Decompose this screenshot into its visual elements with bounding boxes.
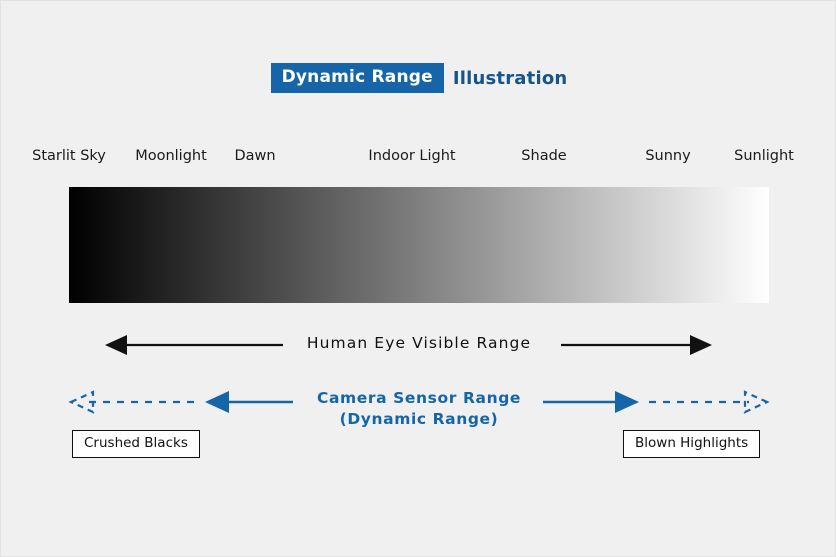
scene-label-dawn: Dawn bbox=[234, 148, 276, 164]
scene-label-shade: Shade bbox=[521, 148, 567, 164]
human-eye-range-row: Human Eye Visible Range bbox=[1, 322, 836, 368]
blown-highlights-dashed-arrow-icon bbox=[649, 390, 770, 414]
blown-highlights-callout: Blown Highlights bbox=[623, 430, 761, 458]
camera-sensor-right-arrow-icon bbox=[543, 391, 639, 413]
title-suffix: Illustration bbox=[452, 67, 568, 89]
scene-label-indoor-light: Indoor Light bbox=[368, 148, 456, 164]
human-eye-right-arrow-icon bbox=[561, 335, 712, 355]
crushed-blacks-callout: Crushed Blacks bbox=[72, 430, 200, 458]
luminance-gradient-bar bbox=[69, 187, 769, 303]
scene-label-sunny: Sunny bbox=[645, 148, 691, 164]
scene-label-sunlight: Sunlight bbox=[734, 148, 794, 164]
scene-label-starlit-sky: Starlit Sky bbox=[32, 148, 106, 164]
camera-sensor-range-row: Camera Sensor Range (Dynamic Range) bbox=[1, 379, 836, 428]
human-eye-left-arrow-icon bbox=[105, 335, 283, 355]
page-title: Dynamic Range Illustration bbox=[1, 63, 836, 93]
illustration-canvas: Dynamic Range Illustration Starlit Sky M… bbox=[0, 0, 836, 557]
scene-label-moonlight: Moonlight bbox=[135, 148, 207, 164]
title-badge: Dynamic Range bbox=[270, 63, 444, 93]
scene-label-row: Starlit Sky Moonlight Dawn Indoor Light … bbox=[1, 146, 836, 166]
camera-sensor-left-arrow-icon bbox=[205, 391, 293, 413]
crushed-blacks-dashed-arrow-icon bbox=[68, 390, 197, 414]
